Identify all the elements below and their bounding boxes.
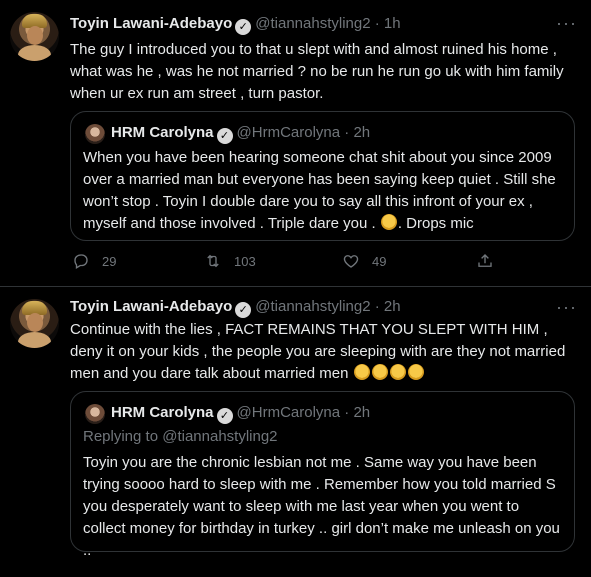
tweet-text: The guy I introduced you to that u slept… [70,41,564,102]
share-icon [478,254,492,267]
separator-dot: · [374,298,380,315]
like-button[interactable]: 49 [342,249,386,273]
quoted-tweet-time: 2h [353,404,371,421]
replying-to-handle[interactable]: @tiannahstyling2 [162,428,277,445]
quoted-text-part: When you have been hearing someone chat … [83,149,556,232]
quoted-text-part: . Drops mic [397,215,474,232]
quoted-author-handle: @HrmCarolyna [236,404,341,421]
tweet-actions: 29 103 49 [70,249,575,273]
quoted-author-name: HRM Carolyna [111,404,214,421]
tweet-header: Toyin Lawani-Adebayo ✓ @tiannahstyling2 · … [70,297,401,318]
replying-to: Replying to @tiannahstyling2 [83,427,278,447]
quoted-tweet-text: When you have been hearing someone chat … [83,147,563,235]
more-options-icon[interactable]: ··· [556,298,577,316]
retweet-icon [207,254,219,268]
author-name[interactable]: Toyin Lawani-Adebayo [70,15,232,32]
rolling-on-floor-laughing-icon [353,364,370,380]
author-handle[interactable]: @tiannahstyling2 [255,15,370,32]
rolling-on-floor-laughing-icon [407,364,424,380]
tweet-time[interactable]: 1h [384,15,401,32]
reply-count: 29 [102,253,117,269]
rolling-on-floor-laughing-icon [389,364,406,380]
rofl-emoji-group [353,364,425,382]
quoted-tweet[interactable]: HRM Carolyna ✓ @HrmCarolyna · 2h When you … [70,111,575,241]
author-handle[interactable]: @tiannahstyling2 [255,298,370,315]
quoted-author-avatar [85,124,105,144]
quoted-tweet-header: HRM Carolyna ✓ @HrmCarolyna · 2h [111,123,370,144]
tweet-header: Toyin Lawani-Adebayo ✓ @tiannahstyling2 · … [70,14,401,35]
quoted-tweet[interactable]: HRM Carolyna ✓ @HrmCarolyna · 2h Replying … [70,391,575,559]
retweet-count: 103 [234,253,256,269]
verified-badge-icon: ✓ [216,408,233,424]
verified-badge-icon: ✓ [235,19,252,35]
face-blowing-kiss-icon [380,214,397,230]
retweet-button[interactable]: 103 [204,249,256,273]
quoted-tweet-text: Toyin you are the chronic lesbian not me… [83,454,560,559]
separator-dot: · [344,404,350,421]
quoted-author-avatar [85,404,105,424]
quoted-tweet-header: HRM Carolyna ✓ @HrmCarolyna · 2h [111,403,370,424]
tweet-text-part: Continue with the lies , FACT REMAINS TH… [70,321,566,382]
like-count: 49 [372,253,387,269]
tweet-time[interactable]: 2h [384,298,401,315]
like-icon [343,255,359,268]
replying-to-label: Replying to [83,428,159,445]
reply-icon [74,254,88,269]
share-button[interactable] [476,249,506,273]
more-options-icon[interactable]: ··· [556,14,577,32]
separator-dot: · [374,15,380,32]
quoted-tweet-time: 2h [353,124,371,141]
rolling-on-floor-laughing-icon [371,364,388,380]
tweet-text: Continue with the lies , FACT REMAINS TH… [70,319,575,385]
author-avatar[interactable] [10,299,59,348]
separator-dot: · [344,124,350,141]
quoted-author-handle: @HrmCarolyna [236,124,341,141]
tweet[interactable]: Toyin Lawani-Adebayo ✓ @tiannahstyling2 · … [0,287,591,577]
tweet[interactable]: Toyin Lawani-Adebayo ✓ @tiannahstyling2 · … [0,0,591,286]
author-name[interactable]: Toyin Lawani-Adebayo [70,298,232,315]
author-avatar[interactable] [10,12,59,61]
verified-badge-icon: ✓ [216,128,233,144]
reply-button[interactable]: 29 [72,249,116,273]
verified-badge-icon: ✓ [235,302,252,318]
quoted-author-name: HRM Carolyna [111,124,214,141]
